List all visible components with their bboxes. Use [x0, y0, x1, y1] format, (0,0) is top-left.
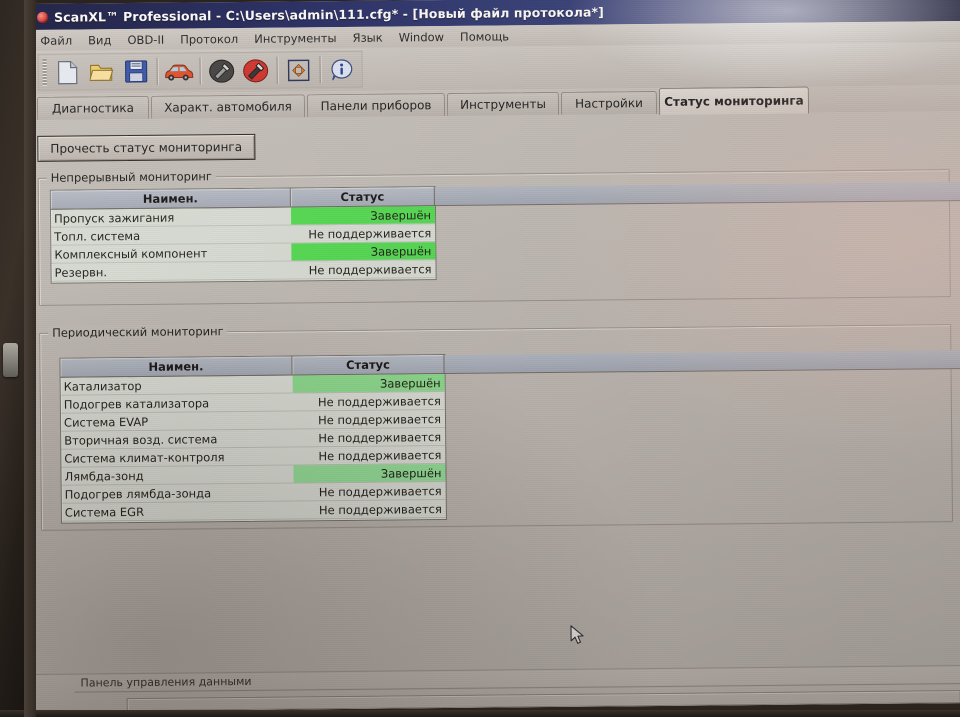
disconnect-plug-icon	[243, 58, 269, 82]
group-continuous-monitoring: Непрерывный мониторинг Наимен. Статус Пр…	[37, 169, 960, 306]
new-file-button[interactable]	[50, 55, 84, 88]
statusbar: Панель управления данными	[34, 665, 960, 712]
row-name: Лямбда-зонд	[61, 465, 294, 486]
listview-body-continuous: Пропуск зажигания Завершён Топл. система…	[50, 206, 436, 282]
listview-body-periodic: Катализатор Завершён Подогрев катализато…	[60, 374, 446, 522]
screenshot-root: ScanXL™ Professional - C:\Users\admin\11…	[0, 0, 960, 717]
menu-item-language[interactable]: Язык	[344, 28, 390, 46]
statusbar-field[interactable]	[126, 690, 960, 712]
row-name: Комплексный компонент	[51, 243, 292, 264]
window-title: ScanXL™ Professional - C:\Users\admin\11…	[54, 3, 604, 25]
column-header-status[interactable]: Статус	[292, 355, 445, 376]
info-icon	[331, 58, 353, 80]
statusbar-label: Панель управления данными	[80, 674, 252, 690]
row-name: Подогрев лямбда-зонда	[61, 483, 294, 504]
column-header-name[interactable]: Наимен.	[50, 188, 291, 210]
row-name: Подогрев катализатора	[60, 393, 293, 414]
row-name: Топл. система	[51, 225, 292, 246]
row-name: Система EVAP	[60, 411, 294, 432]
toolbar-separator	[276, 56, 278, 84]
column-header-status[interactable]: Статус	[290, 187, 435, 208]
connect-plug-icon	[209, 59, 235, 83]
save-button[interactable]	[118, 55, 152, 88]
menu-item-window[interactable]: Window	[391, 27, 453, 46]
table-row[interactable]: Система EGR Не поддерживается	[61, 500, 446, 522]
row-status: Не поддерживается	[293, 446, 446, 466]
tab-vehicle-specs[interactable]: Характ. автомобиля	[150, 94, 306, 119]
row-name: Пропуск зажигания	[50, 207, 292, 228]
tab-settings[interactable]: Настройки	[560, 90, 658, 115]
row-status: Не поддерживается	[291, 260, 436, 280]
listview-periodic[interactable]: Наимен. Статус Катализатор Завершён Подо…	[59, 349, 960, 524]
laptop-bezel-bottom	[0, 710, 960, 717]
table-row[interactable]: Резервн. Не поддерживается	[51, 260, 436, 282]
row-status: Не поддерживается	[293, 482, 446, 502]
menu-item-help[interactable]: Помощь	[452, 27, 517, 46]
row-name: Система климат-контроля	[61, 447, 294, 468]
car-icon	[37, 11, 49, 23]
toolbar-separator	[156, 57, 158, 85]
save-floppy-icon	[124, 60, 147, 83]
group-title-continuous: Непрерывный мониторинг	[46, 169, 217, 185]
row-status: Завершён	[290, 206, 436, 226]
group-title-periodic: Периодический мониторинг	[48, 324, 228, 340]
tab-monitoring-status[interactable]: Статус мониторинга	[658, 86, 810, 115]
read-monitoring-status-button[interactable]: Прочесть статус мониторинга	[37, 133, 256, 162]
row-status: Не поддерживается	[291, 224, 436, 244]
listview-continuous[interactable]: Наимен. Статус Пропуск зажигания Завершё…	[49, 181, 960, 284]
row-status: Завершён	[292, 374, 445, 394]
menu-item-view[interactable]: Вид	[80, 31, 119, 49]
laptop-bezel-left-inner	[24, 0, 36, 717]
tab-dashboards[interactable]: Панели приборов	[306, 93, 446, 118]
tab-tools[interactable]: Инструменты	[446, 91, 560, 116]
info-button[interactable]	[324, 53, 358, 86]
toolbar-panel	[37, 50, 363, 91]
fit-layout-button[interactable]	[281, 53, 315, 86]
car-icon	[165, 64, 194, 81]
fit-layout-icon	[287, 59, 310, 81]
row-name: Система EGR	[61, 501, 294, 522]
open-folder-button[interactable]	[84, 55, 118, 88]
group-periodic-monitoring: Периодический мониторинг Наимен. Статус …	[39, 324, 960, 531]
toolbar-separator	[319, 56, 321, 84]
open-folder-icon	[89, 64, 114, 81]
menu-item-file[interactable]: Файл	[32, 31, 80, 49]
row-status: Не поддерживается	[293, 500, 446, 520]
disconnect-button[interactable]	[238, 54, 272, 87]
toolbar-grip[interactable]	[42, 58, 47, 86]
row-status: Завершён	[291, 242, 436, 262]
column-header-name[interactable]: Наимен.	[60, 356, 293, 378]
row-status: Не поддерживается	[293, 428, 446, 448]
menu-item-protocol[interactable]: Протокол	[172, 29, 246, 48]
connect-button[interactable]	[204, 54, 238, 87]
vehicle-button[interactable]	[161, 54, 195, 87]
row-name: Вторичная возд. система	[61, 429, 294, 450]
row-status: Не поддерживается	[292, 392, 445, 412]
laptop-screen: ScanXL™ Professional - C:\Users\admin\11…	[28, 0, 960, 712]
menu-item-obd2[interactable]: OBD-II	[119, 30, 172, 49]
menu-item-tools[interactable]: Инструменты	[246, 28, 344, 47]
client-area: Прочесть статус мониторинга Непрерывный …	[29, 111, 960, 712]
row-name: Катализатор	[60, 375, 293, 396]
row-name: Резервн.	[51, 261, 292, 282]
tab-diagnostics[interactable]: Диагностика	[36, 95, 150, 120]
laptop-latch-button[interactable]	[3, 343, 18, 377]
toolbar-separator	[199, 57, 201, 85]
row-status: Не поддерживается	[292, 410, 446, 430]
new-file-icon	[57, 60, 78, 84]
row-status: Завершён	[293, 464, 446, 484]
